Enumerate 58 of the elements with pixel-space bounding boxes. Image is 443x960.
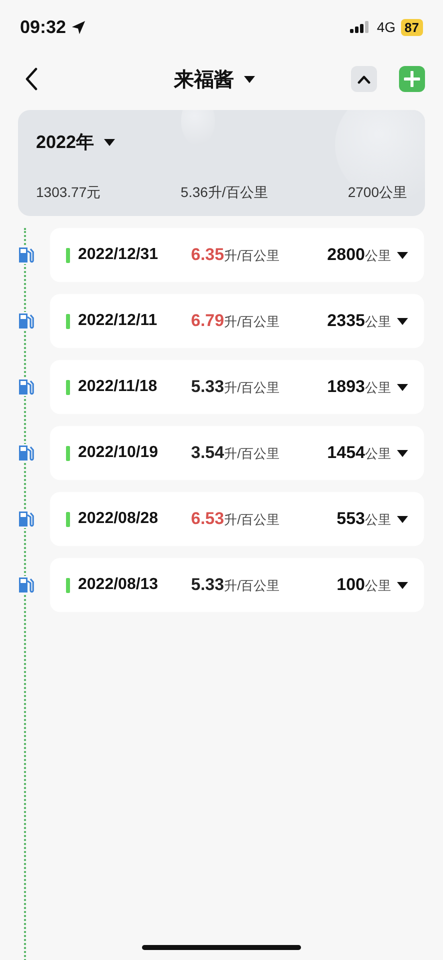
record-odometer: 2800公里 (326, 245, 391, 265)
plus-icon (404, 71, 420, 87)
record-date: 2022/12/31 (78, 246, 160, 264)
record-card[interactable]: 2022/08/28 6.53升/百公里 553公里 (50, 492, 424, 546)
record-odometer: 1893公里 (326, 377, 391, 397)
average-consumption: 5.36升/百公里 (180, 184, 268, 202)
expand-caret-icon[interactable] (397, 582, 408, 588)
status-time: 09:32 (20, 16, 66, 38)
record-odometer: 100公里 (336, 575, 391, 595)
fuel-pump-icon (17, 510, 35, 528)
record-date: 2022/10/19 (78, 444, 160, 462)
expand-caret-icon[interactable] (397, 516, 408, 522)
fuel-pump-icon (17, 378, 35, 396)
year-selector[interactable]: 2022年 (36, 130, 94, 154)
signal-icon (350, 21, 370, 33)
fuel-pump-icon (17, 246, 35, 264)
record-odometer: 2335公里 (326, 311, 391, 331)
fuel-pump-icon (17, 576, 35, 594)
record-odometer: 1454公里 (326, 443, 391, 463)
marker-bar (66, 512, 70, 526)
expand-caret-icon[interactable] (397, 252, 408, 258)
record-card[interactable]: 2022/11/18 5.33升/百公里 1893公里 (50, 360, 424, 414)
marker-bar (66, 314, 70, 328)
total-distance: 2700公里 (348, 184, 407, 202)
expand-caret-icon[interactable] (397, 384, 408, 390)
marker-bar (66, 446, 70, 460)
expand-caret-icon[interactable] (397, 318, 408, 324)
record-date: 2022/12/11 (78, 312, 158, 330)
back-icon[interactable] (24, 67, 38, 91)
dropdown-caret-icon[interactable] (244, 76, 255, 82)
chevron-up-icon (357, 74, 371, 84)
marker-bar (66, 248, 70, 262)
location-arrow-icon (71, 20, 86, 34)
fuel-pump-icon (17, 444, 35, 462)
collapse-button[interactable] (351, 66, 377, 92)
network-label: 4G (376, 19, 396, 35)
record-consumption: 3.54升/百公里 (191, 443, 281, 463)
record-consumption: 6.35升/百公里 (191, 245, 281, 265)
record-consumption: 6.79升/百公里 (191, 311, 281, 331)
record-consumption: 6.53升/百公里 (191, 509, 281, 529)
record-card[interactable]: 2022/08/13 5.33升/百公里 100公里 (50, 558, 424, 612)
battery-indicator: 87 (400, 18, 423, 36)
record-card[interactable]: 2022/12/11 6.79升/百公里 2335公里 (50, 294, 424, 348)
total-cost: 1303.77元 (36, 184, 101, 202)
dropdown-caret-icon[interactable] (104, 138, 116, 146)
record-consumption: 5.33升/百公里 (191, 575, 281, 595)
expand-caret-icon[interactable] (397, 450, 408, 456)
record-date: 2022/08/28 (78, 510, 160, 528)
fuel-pump-icon (17, 312, 35, 330)
record-date: 2022/11/18 (78, 378, 158, 396)
record-card[interactable]: 2022/12/31 6.35升/百公里 2800公里 (50, 228, 424, 282)
marker-bar (66, 380, 70, 394)
record-consumption: 5.33升/百公里 (191, 377, 281, 397)
record-card[interactable]: 2022/10/19 3.54升/百公里 1454公里 (50, 426, 424, 480)
marker-bar (66, 578, 70, 592)
vehicle-title[interactable]: 来福酱 (174, 66, 234, 92)
record-odometer: 553公里 (336, 509, 391, 529)
record-date: 2022/08/13 (78, 576, 160, 594)
